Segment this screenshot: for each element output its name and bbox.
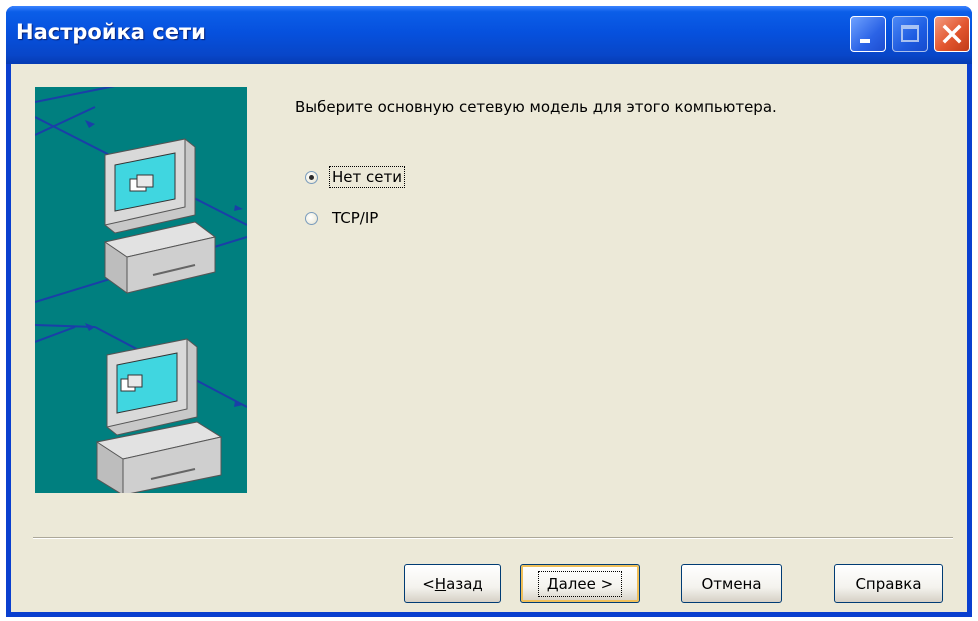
- minimize-button[interactable]: [850, 16, 886, 52]
- footer-separator: [33, 537, 953, 539]
- radio-no-network[interactable]: Нет сети: [305, 165, 405, 189]
- title-bar[interactable]: Настройка сети: [6, 6, 972, 64]
- close-button[interactable]: [934, 16, 970, 52]
- radio-tcpip[interactable]: TCP/IP: [305, 206, 380, 230]
- back-button[interactable]: < Назад: [404, 564, 501, 603]
- minimize-icon: [860, 39, 870, 43]
- radio-button-unchecked[interactable]: [305, 211, 318, 225]
- network-model-prompt: Выберите основную сетевую модель для это…: [295, 98, 777, 116]
- window-title: Настройка сети: [16, 20, 206, 44]
- back-button-mnemonic: Н: [434, 574, 447, 593]
- radio-label-tcpip[interactable]: TCP/IP: [330, 208, 380, 228]
- dialog-client-area: Выберите основную сетевую модель для это…: [11, 64, 967, 612]
- back-button-prefix: <: [422, 574, 435, 593]
- close-icon: [942, 24, 962, 44]
- next-button-mnemonic: Д: [546, 574, 559, 593]
- cancel-button[interactable]: Отмена: [681, 564, 782, 603]
- radio-label-no-network[interactable]: Нет сети: [329, 166, 405, 188]
- maximize-icon: [901, 25, 919, 42]
- next-button[interactable]: Далее >: [520, 564, 640, 603]
- back-button-label: азад: [446, 574, 483, 593]
- next-button-label: алее >: [558, 574, 614, 593]
- maximize-button: [892, 16, 928, 52]
- next-button-focus: Далее >: [537, 570, 623, 597]
- network-setup-dialog: Настройка сети Выберите основную сетевую…: [6, 6, 972, 617]
- radio-button-checked[interactable]: [305, 170, 318, 184]
- network-computers-illustration: [35, 87, 247, 493]
- help-button[interactable]: Справка: [834, 564, 943, 603]
